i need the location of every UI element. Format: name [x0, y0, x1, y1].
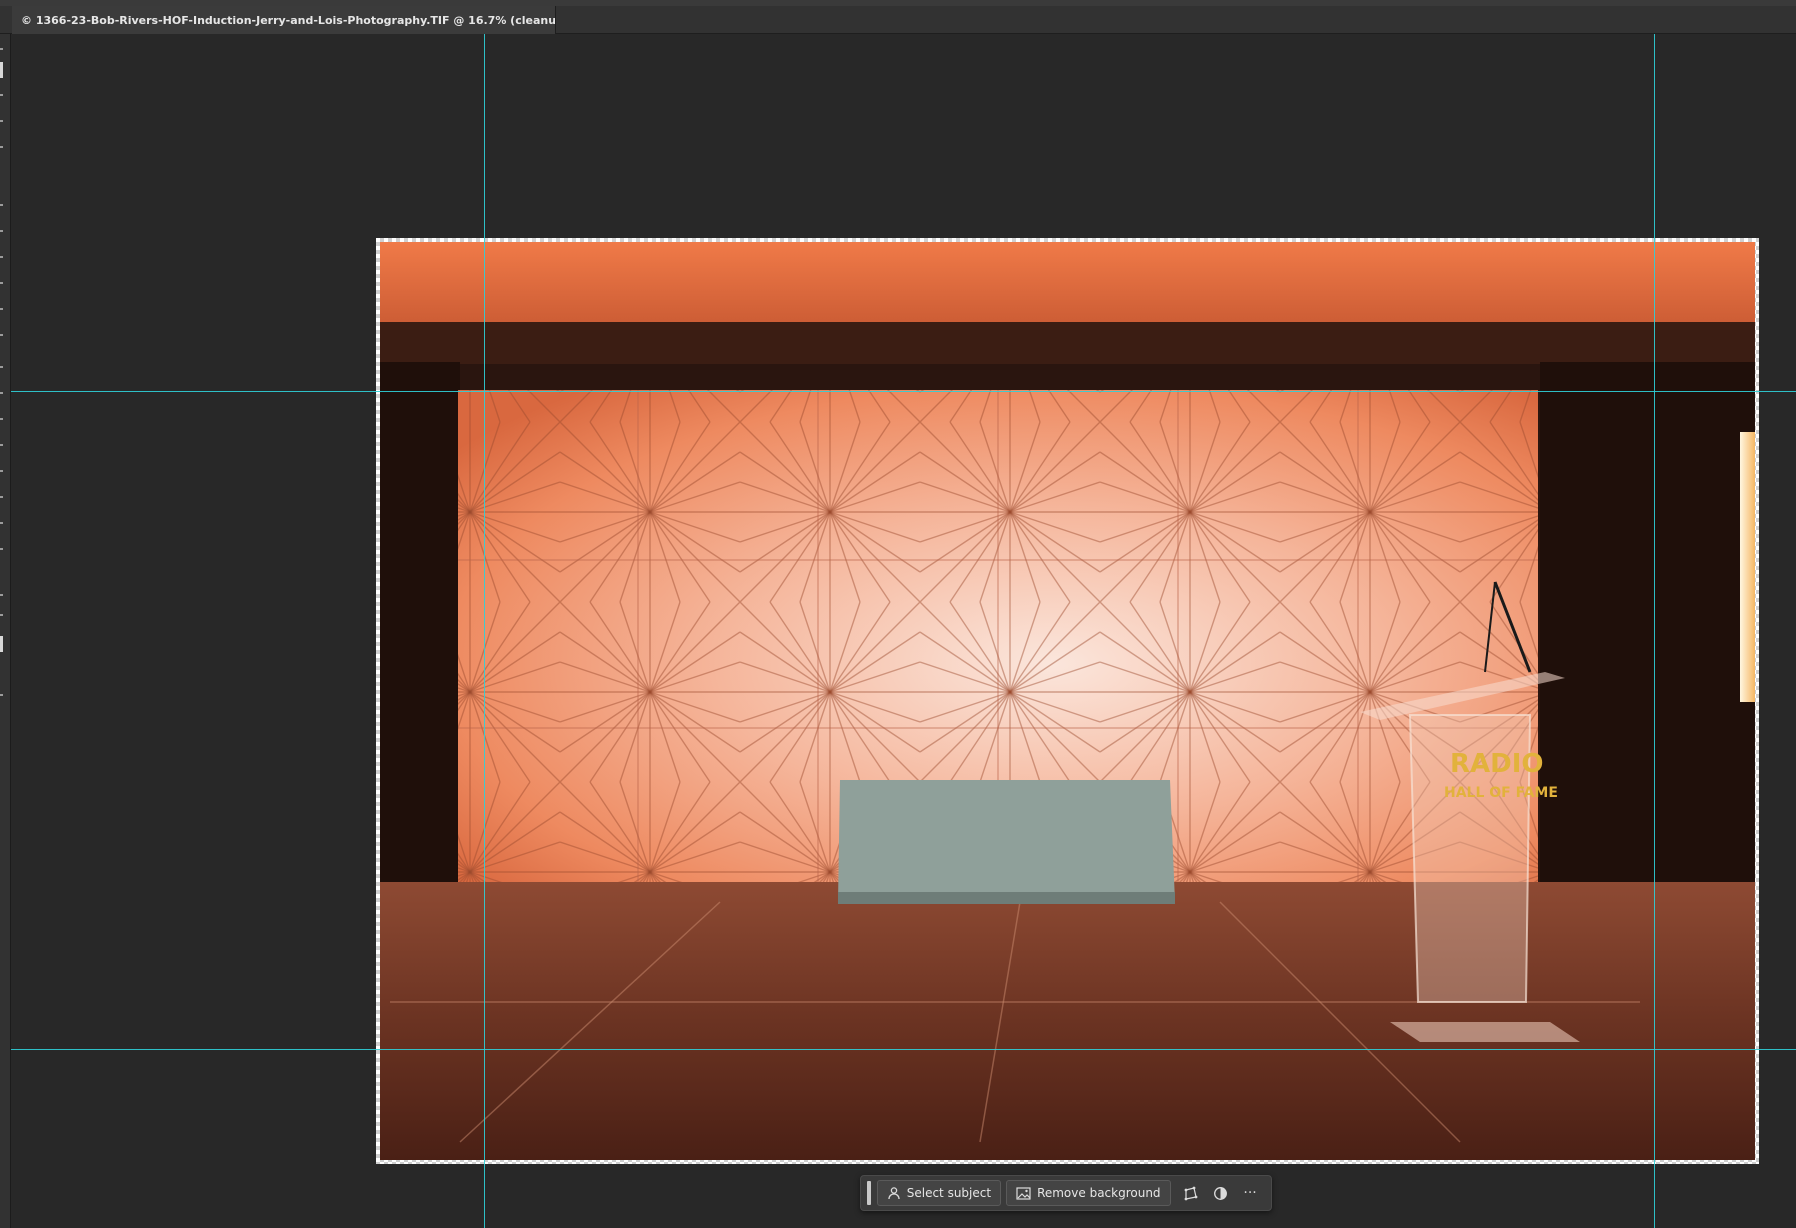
- tool-marker[interactable]: [0, 366, 3, 368]
- podium-sign-line2: HALL OF FAME: [1444, 785, 1558, 801]
- photo-image: RADIO HALL OF FAME: [380, 242, 1755, 1160]
- select-subject-button[interactable]: Select subject: [876, 1180, 1002, 1206]
- photo-stage-backdrop: RADIO HALL OF FAME: [380, 242, 1755, 1160]
- tool-marker[interactable]: [0, 256, 3, 258]
- transform-icon[interactable]: [1176, 1180, 1206, 1206]
- select-subject-icon: [887, 1186, 901, 1200]
- image-bounds[interactable]: RADIO HALL OF FAME: [376, 238, 1759, 1164]
- tool-marker[interactable]: [0, 204, 3, 206]
- guide-horizontal-top[interactable]: [11, 391, 1796, 392]
- tool-marker[interactable]: [0, 282, 3, 284]
- remove-background-button[interactable]: Remove background: [1006, 1180, 1171, 1206]
- tool-marker[interactable]: [0, 120, 3, 122]
- image-icon: [1016, 1186, 1031, 1200]
- tool-marker-selected[interactable]: [0, 62, 3, 78]
- tool-marker[interactable]: [0, 694, 3, 696]
- photoshop-window: © 1366-23-Bob-Rivers-HOF-Induction-Jerry…: [0, 0, 1796, 1228]
- contextual-task-bar: Select subject Remove background ···: [860, 1175, 1272, 1211]
- tool-marker[interactable]: [0, 392, 3, 394]
- select-subject-label: Select subject: [906, 1186, 992, 1200]
- tool-marker[interactable]: [0, 230, 3, 232]
- tool-marker[interactable]: [0, 334, 3, 336]
- tool-marker[interactable]: [0, 594, 3, 596]
- drag-handle[interactable]: [867, 1181, 871, 1205]
- document-canvas[interactable]: RADIO HALL OF FAME Select subject Remove…: [11, 34, 1796, 1228]
- tool-marker[interactable]: [0, 308, 3, 310]
- podium-sign-line1: RADIO: [1450, 749, 1544, 779]
- adjust-contrast-icon[interactable]: [1205, 1180, 1235, 1206]
- document-tab-bar: © 1366-23-Bob-Rivers-HOF-Induction-Jerry…: [0, 6, 1796, 34]
- tool-marker[interactable]: [0, 548, 3, 550]
- tool-marker[interactable]: [0, 444, 3, 446]
- tool-marker[interactable]: [0, 470, 3, 472]
- tool-marker[interactable]: [0, 146, 3, 148]
- remove-background-label: Remove background: [1037, 1186, 1161, 1200]
- document-tab[interactable]: © 1366-23-Bob-Rivers-HOF-Induction-Jerry…: [12, 6, 556, 34]
- tool-marker[interactable]: [0, 48, 3, 50]
- guide-horizontal-bottom[interactable]: [11, 1049, 1796, 1050]
- tool-marker[interactable]: [0, 522, 3, 524]
- tool-marker[interactable]: [0, 614, 3, 616]
- tool-marker[interactable]: [0, 418, 3, 420]
- foreground-color-swatch[interactable]: [0, 636, 3, 652]
- tool-marker[interactable]: [0, 94, 3, 96]
- document-tab-title: © 1366-23-Bob-Rivers-HOF-Induction-Jerry…: [21, 13, 556, 27]
- tools-panel: [0, 34, 11, 1228]
- more-options-icon[interactable]: ···: [1235, 1180, 1265, 1206]
- tool-marker[interactable]: [0, 496, 3, 498]
